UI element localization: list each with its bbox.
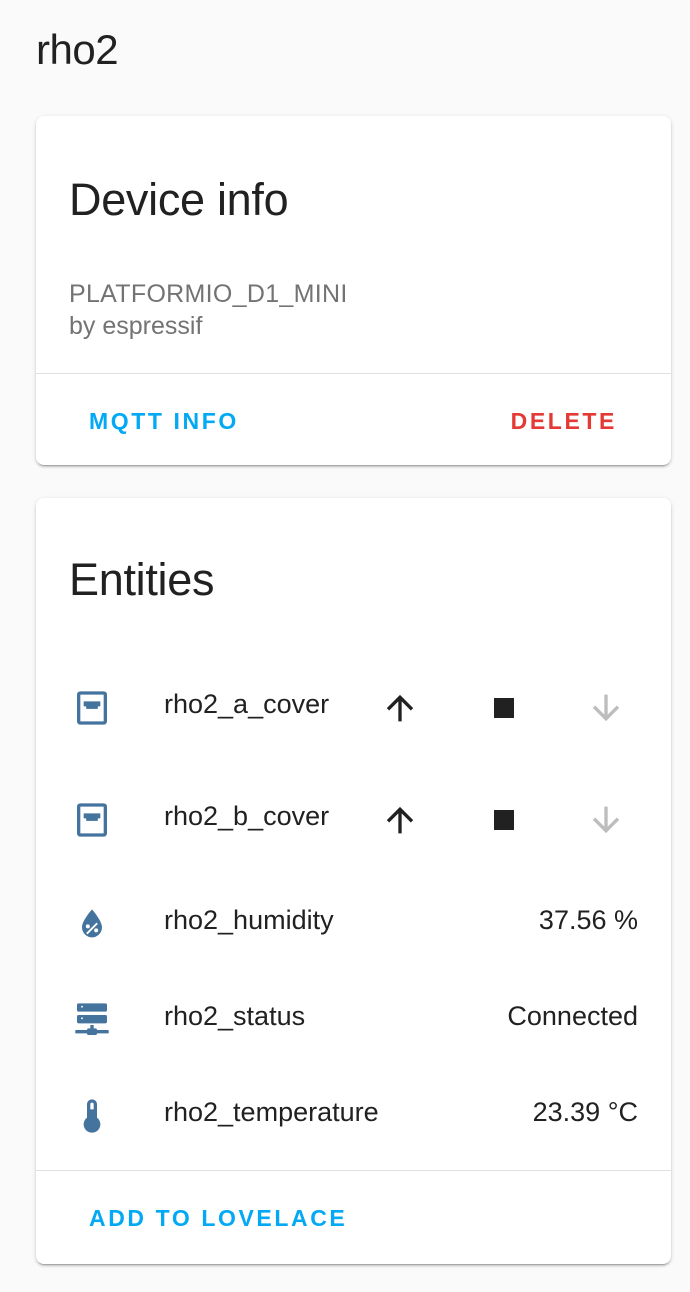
arrow-down-icon xyxy=(592,694,620,722)
device-info-card: Device info PLATFORMIO_D1_MINI by espres… xyxy=(36,116,671,465)
water-percent-icon xyxy=(72,904,112,944)
entity-row-b-cover: rho2_b_cover xyxy=(36,790,671,850)
device-model: PLATFORMIO_D1_MINI xyxy=(69,280,348,308)
entity-name[interactable]: rho2_temperature xyxy=(164,1097,379,1128)
stop-icon xyxy=(494,810,514,830)
stop-icon xyxy=(494,698,514,718)
cover-stop-button[interactable] xyxy=(480,684,528,732)
arrow-up-icon xyxy=(386,806,414,834)
add-to-lovelace-button[interactable]: ADD TO LOVELACE xyxy=(69,1199,367,1238)
cover-stop-button[interactable] xyxy=(480,796,528,844)
entity-name[interactable]: rho2_status xyxy=(164,1001,305,1032)
thermometer-icon xyxy=(72,1096,112,1136)
entity-name[interactable]: rho2_humidity xyxy=(164,905,334,936)
cover-close-button[interactable] xyxy=(582,796,630,844)
divider xyxy=(36,1170,671,1171)
entity-state: 23.39 °C xyxy=(532,1097,638,1127)
entity-row-status: rho2_status Connected xyxy=(36,990,671,1050)
server-network-icon xyxy=(72,1000,112,1040)
arrow-up-icon xyxy=(386,694,414,722)
entity-row-temperature: rho2_temperature 23.39 °C xyxy=(36,1086,671,1146)
entity-row-a-cover: rho2_a_cover xyxy=(36,678,671,738)
page-title: rho2 xyxy=(36,26,119,73)
entity-state: 37.56 % xyxy=(538,905,638,935)
delete-button[interactable]: DELETE xyxy=(491,402,637,441)
entity-name[interactable]: rho2_b_cover xyxy=(164,801,329,832)
entity-state: Connected xyxy=(507,1001,638,1031)
entities-header: Entities xyxy=(69,554,215,605)
entity-name[interactable]: rho2_a_cover xyxy=(164,689,329,720)
cover-open-button[interactable] xyxy=(376,796,424,844)
window-shutter-icon xyxy=(72,800,112,840)
entity-row-humidity: rho2_humidity 37.56 % xyxy=(36,894,671,954)
divider xyxy=(36,373,671,374)
window-shutter-icon xyxy=(72,688,112,728)
entities-card: Entities rho2_a_cover rho2_b_cover rho2_… xyxy=(36,498,671,1264)
arrow-down-icon xyxy=(592,806,620,834)
cover-open-button[interactable] xyxy=(376,684,424,732)
device-info-header: Device info xyxy=(69,174,289,225)
mqtt-info-button[interactable]: MQTT INFO xyxy=(69,402,259,441)
device-manufacturer: by espressif xyxy=(69,312,203,340)
cover-close-button[interactable] xyxy=(582,684,630,732)
